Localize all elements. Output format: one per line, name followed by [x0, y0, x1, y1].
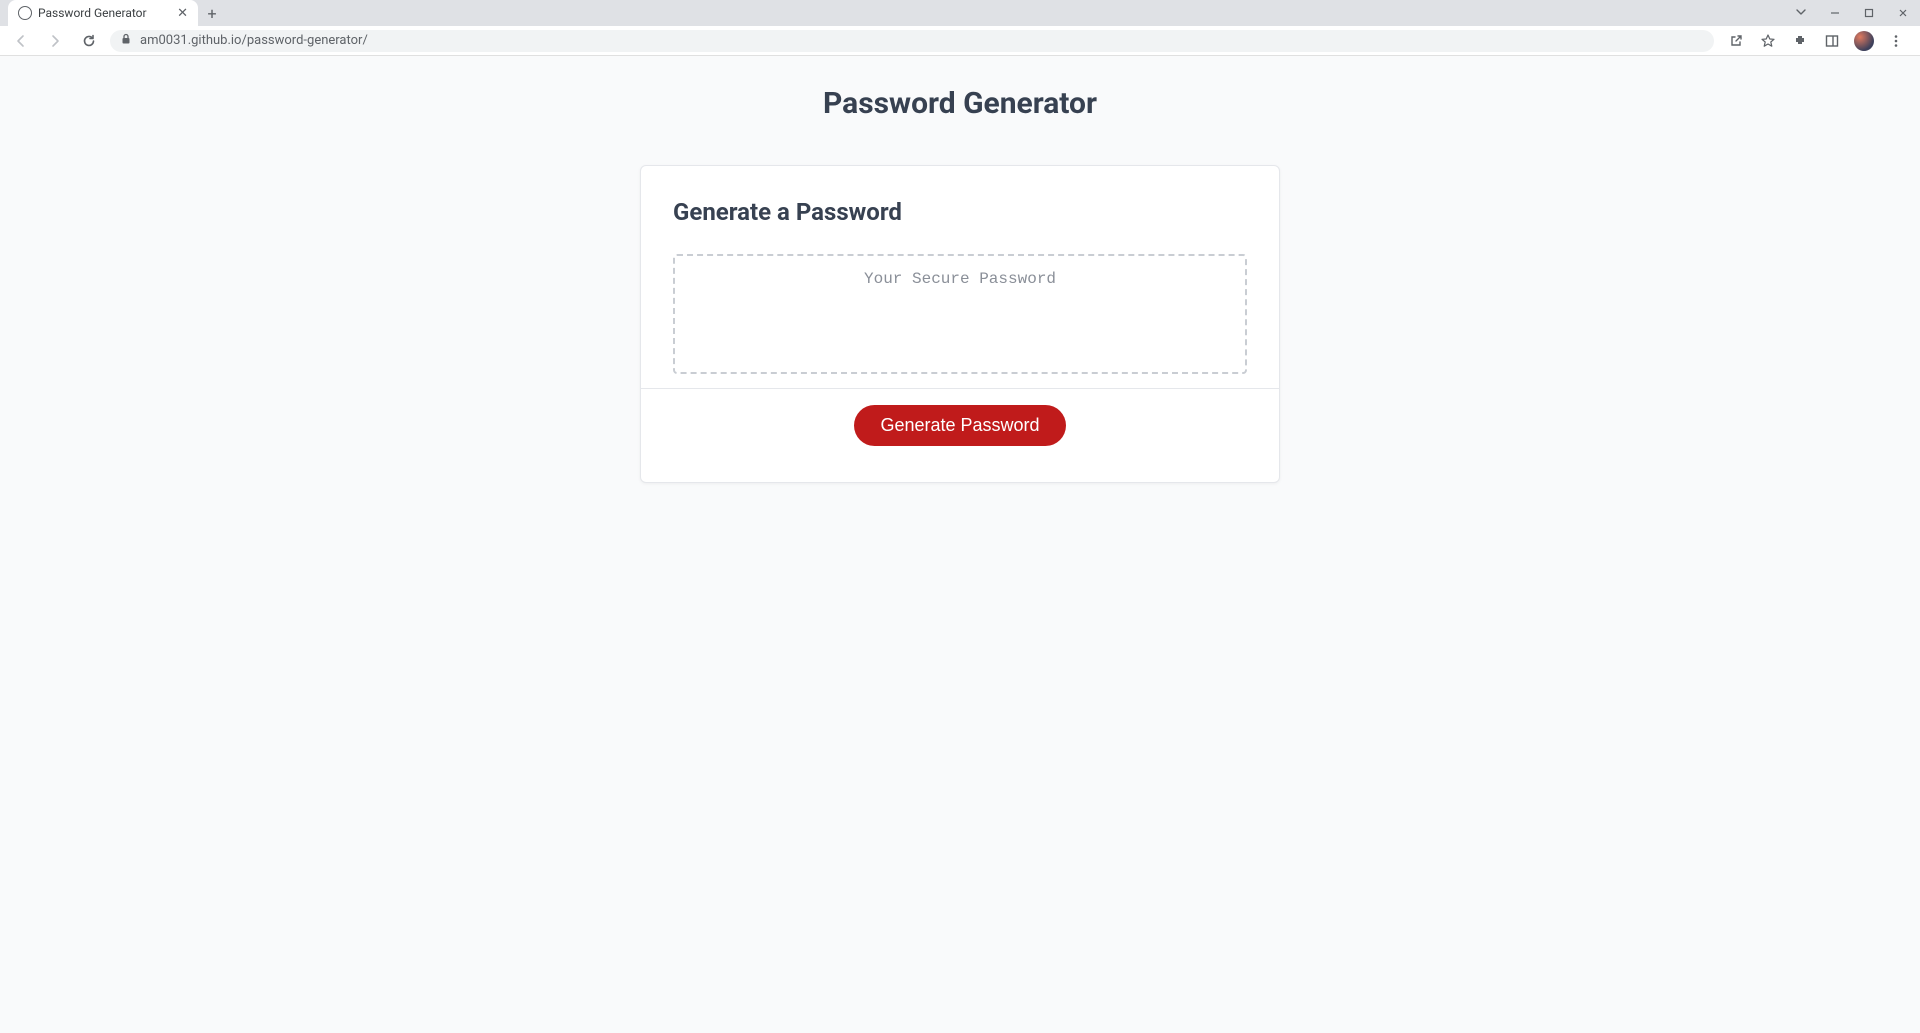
back-button[interactable] [8, 28, 34, 54]
content-column: Password Generator Generate a Password G… [640, 86, 1280, 1033]
browser-toolbar: am0031.github.io/password-generator/ [0, 26, 1920, 56]
page-title: Password Generator [640, 86, 1280, 121]
button-row: Generate Password [673, 405, 1247, 446]
minimize-window-button[interactable] [1818, 0, 1852, 26]
side-panel-icon[interactable] [1818, 27, 1846, 55]
reload-button[interactable] [76, 28, 102, 54]
tab-search-icon[interactable] [1784, 6, 1818, 21]
avatar-icon [1854, 31, 1874, 51]
new-tab-button[interactable]: + [198, 0, 226, 26]
globe-icon [18, 6, 32, 20]
bookmark-star-icon[interactable] [1754, 27, 1782, 55]
close-window-button[interactable] [1886, 0, 1920, 26]
forward-button[interactable] [42, 28, 68, 54]
divider [641, 388, 1279, 389]
generate-password-button[interactable]: Generate Password [854, 405, 1065, 446]
url-text: am0031.github.io/password-generator/ [140, 33, 368, 48]
profile-avatar[interactable] [1850, 27, 1878, 55]
tab-strip: Password Generator ✕ + [0, 0, 1920, 26]
close-tab-icon[interactable]: ✕ [177, 6, 188, 21]
share-icon[interactable] [1722, 27, 1750, 55]
browser-tab[interactable]: Password Generator ✕ [8, 0, 198, 26]
window-controls [1784, 0, 1920, 26]
card-title: Generate a Password [673, 198, 1247, 226]
kebab-menu-icon[interactable] [1882, 27, 1910, 55]
tab-title: Password Generator [38, 6, 171, 20]
toolbar-right-icons [1722, 27, 1912, 55]
password-output[interactable] [673, 254, 1247, 374]
address-bar[interactable]: am0031.github.io/password-generator/ [110, 30, 1714, 52]
lock-icon [120, 33, 132, 49]
page-body: Password Generator Generate a Password G… [0, 56, 1920, 1033]
extensions-icon[interactable] [1786, 27, 1814, 55]
generator-card: Generate a Password Generate Password [640, 165, 1280, 483]
maximize-window-button[interactable] [1852, 0, 1886, 26]
